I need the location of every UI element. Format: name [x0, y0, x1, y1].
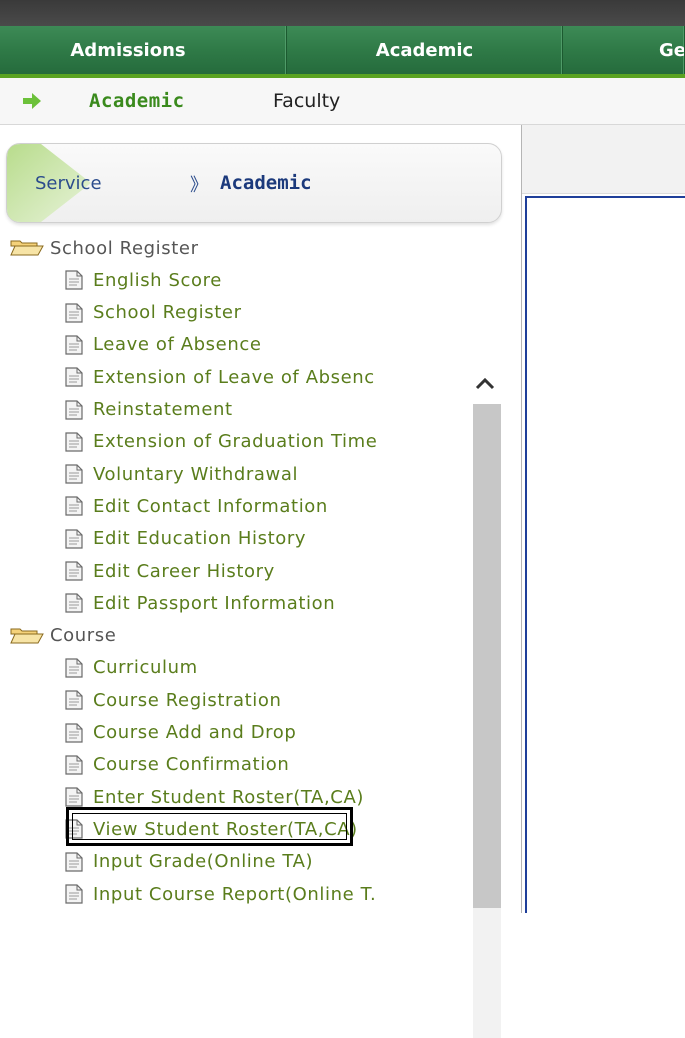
- content-frame: [525, 196, 685, 913]
- document-icon: [65, 787, 83, 807]
- document-icon: [65, 561, 83, 581]
- tree-item-label: Curriculum: [93, 657, 198, 679]
- tree-item-label: English Score: [93, 269, 222, 291]
- tree-item[interactable]: Leave of Absence: [63, 329, 463, 361]
- folder-open-icon: [10, 240, 44, 256]
- scrollbar-lower[interactable]: [473, 908, 501, 1038]
- tree-item[interactable]: Course Registration: [63, 684, 463, 716]
- left-sidebar: Service 》 Academic School Register Englis…: [0, 125, 521, 1038]
- document-icon: [65, 335, 83, 355]
- tree-item-label: School Register: [93, 302, 242, 324]
- tree-item[interactable]: English Score: [63, 264, 463, 296]
- tree-item[interactable]: Extension of Graduation Time: [63, 426, 463, 458]
- document-icon: [65, 690, 83, 710]
- document-icon: [65, 302, 83, 323]
- tree-item-label: Enter Student Roster(TA,CA): [93, 786, 364, 808]
- breadcrumb-faculty[interactable]: Faculty: [273, 90, 340, 112]
- tree-item[interactable]: Reinstatement: [63, 394, 463, 426]
- document-icon: [65, 464, 83, 484]
- tree-item-label: Edit Passport Information: [93, 592, 336, 614]
- scrollbar-track[interactable]: [473, 404, 501, 908]
- tree-item-label: Edit Contact Information: [93, 495, 328, 517]
- document-icon: [65, 270, 83, 290]
- panel-divider: [521, 125, 522, 913]
- document-icon: [65, 852, 83, 872]
- document-icon: [65, 432, 83, 452]
- tree-item-label: Course Registration: [93, 689, 282, 711]
- tree-item-label: Extension of Leave of Absenc: [93, 366, 375, 388]
- breadcrumb-current[interactable]: Academic: [89, 90, 185, 112]
- tree-item-label: Input Course Report(Online T.: [93, 883, 377, 905]
- tree-item-label: Edit Career History: [93, 560, 275, 582]
- tree-item[interactable]: Curriculum: [63, 652, 463, 684]
- tree-item-label: Course Add and Drop: [93, 722, 297, 743]
- tree-item[interactable]: Extension of Leave of Absenc: [63, 361, 463, 393]
- document-icon: [65, 884, 83, 904]
- tree-item[interactable]: Input Grade(Online TA): [63, 846, 463, 878]
- document-icon: [65, 399, 83, 420]
- document-icon: [65, 755, 83, 775]
- folder-open-icon: [10, 628, 44, 644]
- tree-item[interactable]: Voluntary Withdrawal: [63, 458, 463, 490]
- service-current[interactable]: Academic: [220, 172, 312, 194]
- document-icon: [65, 722, 83, 743]
- service-header: Service 》 Academic: [6, 143, 502, 223]
- tab-academic[interactable]: Academic: [287, 26, 563, 74]
- tree-item-label: Edit Education History: [93, 528, 307, 550]
- breadcrumb: Academic Faculty: [0, 78, 685, 125]
- document-icon: [65, 593, 83, 613]
- tree-item[interactable]: Course Confirmation: [63, 749, 463, 781]
- tree-item[interactable]: Enter Student Roster(TA,CA): [63, 781, 463, 813]
- green-arrow-icon: [23, 93, 41, 109]
- tree-item-label: Leave of Absence: [93, 334, 262, 356]
- service-label[interactable]: Service: [35, 173, 102, 194]
- tab-admissions[interactable]: Admissions: [0, 26, 287, 74]
- document-icon: [65, 367, 83, 387]
- tree-item-label: View Student Roster(TA,CA): [93, 818, 358, 840]
- service-separator-icon: 》: [190, 175, 208, 196]
- scroll-up-arrow-icon[interactable]: [470, 368, 500, 400]
- tree-item[interactable]: Input Course Report(Online T.: [63, 878, 463, 910]
- tree-folder[interactable]: School Register: [10, 232, 470, 264]
- document-icon: [65, 819, 83, 839]
- tree-item-label: Input Grade(Online TA): [93, 851, 314, 873]
- tree-item-label: Extension of Graduation Time: [93, 431, 378, 453]
- tab-general[interactable]: Ge: [563, 26, 685, 74]
- content-header: [522, 125, 685, 194]
- tree-item[interactable]: View Student Roster(TA,CA): [63, 813, 463, 845]
- tree-item[interactable]: Edit Passport Information: [63, 587, 463, 619]
- tree-folder[interactable]: Course: [10, 620, 470, 652]
- tree-item[interactable]: Edit Contact Information: [63, 490, 463, 522]
- tree-item-label: Reinstatement: [93, 399, 233, 420]
- tree-item[interactable]: Edit Career History: [63, 555, 463, 587]
- top-strip: [0, 0, 685, 26]
- tree-folder-label: School Register: [50, 237, 199, 259]
- tree-item-label: Voluntary Withdrawal: [93, 463, 299, 485]
- tree-folder-label: Course: [50, 625, 117, 647]
- main-navigation: Admissions Academic Ge: [0, 26, 685, 78]
- tree-item[interactable]: Course Add and Drop: [63, 717, 463, 749]
- document-icon: [65, 496, 83, 516]
- tree-item-label: Course Confirmation: [93, 754, 290, 776]
- tree-item[interactable]: School Register: [63, 297, 463, 329]
- tree-item[interactable]: Edit Education History: [63, 523, 463, 555]
- document-icon: [65, 529, 83, 549]
- document-icon: [65, 658, 83, 678]
